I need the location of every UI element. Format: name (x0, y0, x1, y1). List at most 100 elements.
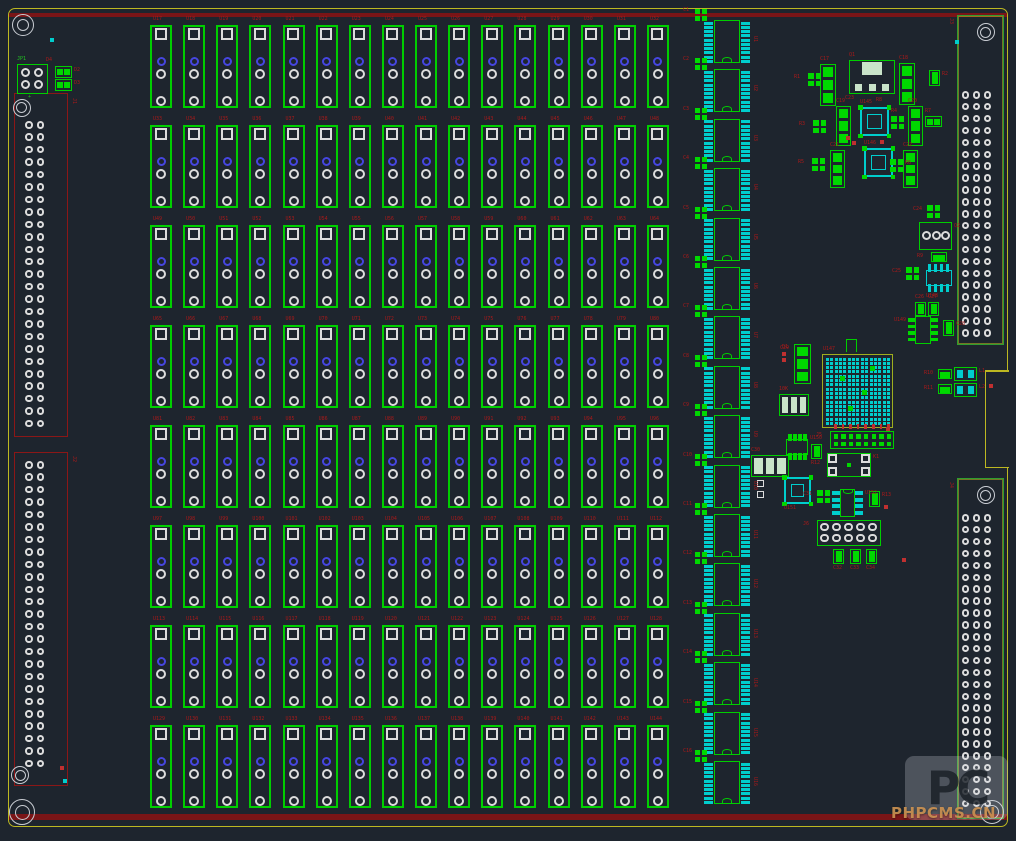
connector-pad (25, 722, 33, 730)
ref-label: R8 (876, 98, 882, 103)
ref-label: U129 (153, 717, 165, 722)
connector-pad (962, 127, 970, 135)
bga-pad (826, 401, 829, 404)
ic-pad (704, 26, 713, 29)
connector-pad (984, 127, 992, 135)
pad-square (320, 228, 332, 240)
bga-pad (826, 362, 829, 365)
ic-pad (741, 43, 750, 46)
bga-pad (878, 401, 881, 404)
connector-pad (962, 151, 970, 159)
connector-pad (984, 585, 992, 593)
bga-pad (852, 392, 855, 395)
bga-pad (839, 370, 842, 373)
pad-round (322, 696, 332, 706)
connector-pad (973, 574, 981, 582)
cap-pad (702, 362, 707, 367)
connector-pad (962, 633, 970, 641)
ic-notch (722, 600, 732, 606)
ref-label: C22 (903, 143, 912, 148)
connector-pad (25, 623, 33, 631)
connector-pad (962, 210, 970, 218)
connector-pad (973, 609, 981, 617)
pad-square (353, 228, 365, 240)
bga-pad (848, 418, 851, 421)
ref-label: U61 (551, 217, 560, 222)
bga-pad (870, 358, 873, 361)
via-cyan (50, 38, 54, 42)
connector-pad (25, 486, 33, 494)
pad-round (355, 469, 365, 479)
pad-square (651, 228, 663, 240)
ic-pad (704, 573, 713, 576)
bga-pad (843, 362, 846, 365)
ref-label: Q1 (849, 53, 855, 58)
connector-pad (984, 210, 992, 218)
connector-pad (973, 258, 981, 266)
pad (797, 359, 808, 368)
pad-square (585, 728, 597, 740)
ref-label: U146 (864, 141, 876, 146)
connector-pad (962, 162, 970, 170)
connector-pad (37, 233, 45, 241)
connector-pad (25, 370, 33, 378)
ref-label: U13 (752, 629, 757, 638)
pad-square (254, 28, 266, 40)
cap-pad (702, 16, 707, 21)
connector-pad (25, 233, 33, 241)
cap-pad (695, 461, 700, 466)
ref-label: U10 (752, 481, 757, 490)
qfp-inner (867, 114, 882, 129)
pad-round (388, 769, 398, 779)
ic-pad (741, 294, 750, 297)
ic-pad (704, 713, 713, 716)
pad-square (585, 628, 597, 640)
ic-pad (704, 434, 713, 437)
connector-pad (25, 685, 33, 693)
ic-pad (704, 739, 713, 742)
ic-pad (741, 470, 750, 473)
ic-pad (741, 88, 750, 91)
connector-pad (25, 196, 33, 204)
pad (935, 213, 941, 219)
ref-label: R5 (798, 160, 804, 165)
ic-footprint[interactable] (915, 316, 931, 344)
ref-label: C19 (836, 99, 845, 104)
ref-label: C13 (683, 601, 692, 606)
pcb-canvas[interactable]: PC PHPCMS.CN U17U18U19U20U21U22U23U24U25… (0, 0, 1016, 841)
bga-pad (839, 413, 842, 416)
pad-square (353, 128, 365, 140)
ic-pad (704, 524, 713, 527)
connector-pad (25, 760, 33, 768)
pad-round (832, 523, 841, 532)
connector-pad (984, 740, 992, 748)
bga-pad (839, 366, 842, 369)
ref-label: U73 (418, 317, 427, 322)
header-footprint[interactable] (830, 431, 894, 449)
ic-pad (704, 150, 713, 153)
pad (797, 347, 808, 356)
pad-round (653, 269, 663, 279)
ic-pad (741, 504, 750, 507)
ic-pad (704, 34, 713, 37)
bga-pad (861, 422, 864, 425)
cap-pad (702, 58, 707, 63)
ref-label: C25 (892, 269, 901, 274)
pad-round (653, 569, 663, 579)
connector-pad (984, 621, 992, 629)
connector-pad (37, 710, 45, 718)
pad-square (486, 28, 498, 40)
ic-notch (722, 57, 732, 63)
pad-square (353, 728, 365, 740)
ref-label: U137 (418, 717, 430, 722)
ic-pad (741, 92, 750, 95)
pad-round-blue (289, 457, 298, 466)
ref-label: U52 (252, 217, 261, 222)
bga-pad (870, 409, 873, 412)
pad (968, 370, 974, 378)
pad-round (355, 296, 365, 306)
ic-pad (741, 51, 750, 54)
pad-round-blue (554, 557, 563, 566)
ref-label: U108 (517, 517, 529, 522)
ic-pad (741, 668, 750, 671)
